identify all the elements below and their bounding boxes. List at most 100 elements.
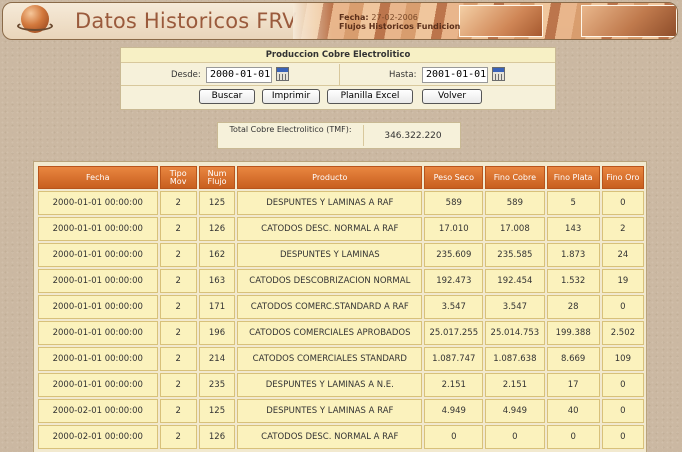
cell-fino-cobre: 1.087.638 [485,347,545,371]
cell-peso-seco: 235.609 [424,243,484,267]
cell-fino-cobre: 589 [485,191,545,215]
cell-fino-plata: 1.532 [546,269,600,293]
cell-fino-cobre: 2.151 [485,373,545,397]
cell-fino-oro: 0 [601,425,644,449]
cell-fecha: 2000-01-01 00:00:00 [38,321,158,345]
data-grid: Fecha Tipo Mov Num Flujo Producto Peso S… [33,161,647,452]
table-row: 2000-01-01 00:00:00 2 126 CATODOS DESC. NOR… [38,217,644,241]
cell-tipo-mov: 2 [159,295,197,319]
cell-fecha: 2000-01-01 00:00:00 [38,191,158,215]
cell-tipo-mov: 2 [159,217,197,241]
cell-fino-plata: 1.873 [546,243,600,267]
cell-num-flujo: 126 [198,217,236,241]
calendar-icon[interactable] [492,67,505,81]
panel-title: Produccion Cobre Electrolitico [121,48,555,63]
cell-tipo-mov: 2 [159,191,197,215]
cell-fecha: 2000-01-01 00:00:00 [38,243,158,267]
app-header: Datos Historicos FRV Fecha: 27-02-2006 F… [2,2,678,40]
cell-fino-plata: 5 [546,191,600,215]
cell-fino-oro: 0 [601,399,644,423]
cell-fino-plata: 17 [546,373,600,397]
desde-date-input[interactable]: 2000-01-01 [206,67,272,83]
cell-tipo-mov: 2 [159,425,197,449]
divider [339,64,340,86]
cell-fino-cobre: 25.014.753 [485,321,545,345]
cell-producto: CATODOS COMERC.STANDARD A RAF [237,295,423,319]
header-subtitle: Flujos Historicos Fundicion [339,22,461,31]
volver-button[interactable]: Volver [422,89,482,104]
col-fino-plata-header: Fino Plata [546,166,600,189]
calendar-icon[interactable] [276,67,289,81]
filter-panel: Produccion Cobre Electrolitico Desde: 20… [120,47,556,110]
cell-num-flujo: 196 [198,321,236,345]
banner-photo [459,5,543,37]
cell-peso-seco: 4.949 [424,399,484,423]
cell-peso-seco: 0 [424,425,484,449]
cell-num-flujo: 125 [198,399,236,423]
cell-fecha: 2000-01-01 00:00:00 [38,269,158,293]
banner-photo [581,5,677,37]
imprimir-button[interactable]: Imprimir [262,89,320,104]
cell-fecha: 2000-01-01 00:00:00 [38,295,158,319]
cell-fino-plata: 199.388 [546,321,600,345]
cell-peso-seco: 589 [424,191,484,215]
table-row: 2000-01-01 00:00:00 2 196 CATODOS COMERCIAL… [38,321,644,345]
col-peso-seco-header: Peso Seco [424,166,484,189]
cell-num-flujo: 235 [198,373,236,397]
actions-row: Buscar Imprimir Planilla Excel Volver [121,86,555,108]
col-fino-oro-header: Fino Oro [601,166,644,189]
cell-fino-oro: 19 [601,269,644,293]
app-title: Datos Historicos FRV [75,9,297,33]
cell-peso-seco: 1.087.747 [424,347,484,371]
cell-tipo-mov: 2 [159,269,197,293]
cell-producto: DESPUNTES Y LAMINAS A RAF [237,399,423,423]
logo-icon [17,5,53,37]
cell-tipo-mov: 2 [159,347,197,371]
table-row: 2000-01-01 00:00:00 2 162 DESPUNTES Y LAMIN… [38,243,644,267]
hasta-date-input[interactable]: 2001-01-01 [422,67,488,83]
hasta-label: Hasta: [389,70,417,80]
cell-fecha: 2000-01-01 00:00:00 [38,347,158,371]
data-table: Fecha Tipo Mov Num Flujo Producto Peso S… [36,164,646,451]
cell-peso-seco: 3.547 [424,295,484,319]
cell-fino-cobre: 4.949 [485,399,545,423]
planilla-excel-button[interactable]: Planilla Excel [327,89,413,104]
cell-fecha: 2000-01-01 00:00:00 [38,373,158,397]
col-num-flujo-header: Num Flujo [198,166,236,189]
cell-fino-plata: 143 [546,217,600,241]
total-value: 346.322.220 [384,131,442,141]
cell-producto: DESPUNTES Y LAMINAS A N.E. [237,373,423,397]
cell-fino-oro: 0 [601,295,644,319]
cell-tipo-mov: 2 [159,373,197,397]
cell-fino-cobre: 3.547 [485,295,545,319]
cell-fino-oro: 2 [601,217,644,241]
cell-peso-seco: 25.017.255 [424,321,484,345]
table-row: 2000-01-01 00:00:00 2 163 CATODOS DESCOBRIZ… [38,269,644,293]
cell-fino-cobre: 0 [485,425,545,449]
cell-fino-cobre: 17.008 [485,217,545,241]
cell-tipo-mov: 2 [159,399,197,423]
cell-fino-oro: 0 [601,191,644,215]
cell-fecha: 2000-02-01 00:00:00 [38,425,158,449]
buscar-button[interactable]: Buscar [199,89,255,104]
cell-producto: CATODOS COMERCIALES APROBADOS [237,321,423,345]
total-box: Total Cobre Electrolitico (TMF): 346.322… [217,122,461,149]
table-row: 2000-02-01 00:00:00 2 126 CATODOS DESC. NOR… [38,425,644,449]
cell-fino-plata: 8.669 [546,347,600,371]
fecha-value: 27-02-2006 [371,13,418,22]
cell-num-flujo: 171 [198,295,236,319]
cell-num-flujo: 163 [198,269,236,293]
cell-peso-seco: 192.473 [424,269,484,293]
col-fecha-header: Fecha [38,166,158,189]
cell-fino-plata: 28 [546,295,600,319]
cell-tipo-mov: 2 [159,243,197,267]
cell-fino-oro: 109 [601,347,644,371]
cell-fino-oro: 2.502 [601,321,644,345]
col-fino-cobre-header: Fino Cobre [485,166,545,189]
cell-fino-oro: 0 [601,373,644,397]
cell-fino-oro: 24 [601,243,644,267]
col-tipo-mov-header: Tipo Mov [159,166,197,189]
table-row: 2000-01-01 00:00:00 2 125 DESPUNTES Y LAMIN… [38,191,644,215]
cell-fino-plata: 40 [546,399,600,423]
cell-fino-cobre: 235.585 [485,243,545,267]
